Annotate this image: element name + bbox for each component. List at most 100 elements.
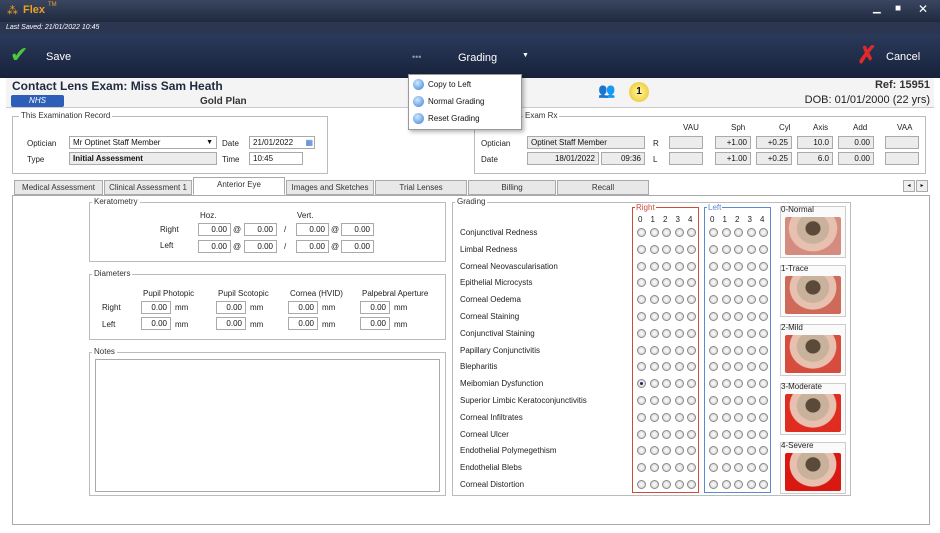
d-right-palpebral[interactable]: 0.00: [360, 301, 390, 314]
right-grading-label: Right: [635, 203, 656, 212]
people-icon[interactable]: 👥: [598, 82, 615, 99]
rx-time-field: 09:36: [601, 152, 645, 165]
at-symbol: @: [233, 225, 242, 234]
right-grading-box: [632, 207, 699, 493]
app-tm: TM: [48, 2, 57, 8]
cancel-button[interactable]: ✗ Cancel: [855, 42, 935, 70]
grade-scale-left-0: 0: [710, 215, 715, 224]
time-field[interactable]: 10:45: [249, 152, 303, 165]
grading-condition-label: Epithelial Microcysts: [460, 278, 533, 288]
reference-image-3[interactable]: 3-Moderate: [780, 382, 846, 435]
rx-date-label: Date: [481, 155, 498, 164]
tab-trial-lenses[interactable]: Trial Lenses: [375, 180, 467, 195]
save-button[interactable]: ✔ Save: [8, 42, 78, 70]
optician-select[interactable]: Mr Optinet Staff Member ▼: [69, 136, 217, 149]
k-right-vert-axis[interactable]: 0.00: [341, 223, 374, 236]
tab-medical-assessment[interactable]: Medical Assessment: [14, 180, 103, 195]
save-label: Save: [46, 51, 72, 63]
unit-mm: mm: [394, 320, 408, 329]
toolbar: ✔ Save ••• Grading ▼ ✗ Cancel: [0, 34, 940, 78]
chevron-down-icon: ▼: [206, 139, 213, 146]
k-right-vert[interactable]: 0.00: [296, 223, 329, 236]
group-title: Notes: [92, 347, 117, 356]
k-left-vert[interactable]: 0.00: [296, 240, 329, 253]
left-label: Left: [102, 320, 116, 329]
grading-condition-label: Papillary Conjunctivitis: [460, 345, 541, 355]
rx-left-cyl: +0.25: [756, 152, 792, 165]
k-right-hoz-axis[interactable]: 0.00: [244, 223, 277, 236]
tab-recall[interactable]: Recall: [557, 180, 649, 195]
grading-condition-label: Endothelial Blebs: [460, 463, 522, 473]
reference-label: 0-Normal: [781, 205, 814, 214]
unit-mm: mm: [250, 303, 264, 312]
reference-image-4[interactable]: 4-Severe: [780, 441, 846, 494]
rx-right-axis: 10.0: [797, 136, 833, 149]
date-label: Date: [222, 139, 239, 148]
d-right-photopic[interactable]: 0.00: [141, 301, 171, 314]
cornea-hvid-header: Cornea (HVID): [290, 289, 343, 298]
k-left-hoz[interactable]: 0.00: [198, 240, 231, 253]
unit-mm: mm: [322, 320, 336, 329]
hoz-label: Hoz.: [200, 211, 217, 220]
grading-label: Grading: [458, 52, 498, 64]
tab-scroll-left-icon[interactable]: ◂: [903, 180, 915, 192]
left-grading-label: Left: [707, 203, 723, 212]
rx-left-axis: 6.0: [797, 152, 833, 165]
date-field[interactable]: 21/01/2022 ▦: [249, 136, 315, 149]
right-label: Right: [102, 303, 121, 312]
calendar-icon[interactable]: ▦: [305, 137, 313, 148]
d-left-photopic[interactable]: 0.00: [141, 317, 171, 330]
d-left-cornea[interactable]: 0.00: [288, 317, 318, 330]
grading-condition-label: Meibomian Dysfunction: [460, 379, 544, 389]
at-symbol: @: [331, 225, 340, 234]
grading-condition-label: Superior Limbic Keratoconjunctivitis: [460, 396, 587, 405]
menu-normal-grading[interactable]: Normal Grading: [410, 93, 520, 110]
rx-left-sph: +1.00: [715, 152, 751, 165]
grading-condition-label: Blepharitis: [460, 362, 498, 372]
grading-dropdown-button[interactable]: Grading ▼: [452, 48, 542, 68]
notes-group: Notes: [89, 347, 446, 496]
dob-text: DOB: 01/01/2000 (22 yrs): [804, 94, 930, 106]
tab-scroll-right-icon[interactable]: ▸: [916, 180, 928, 192]
unit-mm: mm: [394, 303, 408, 312]
d-right-cornea[interactable]: 0.00: [288, 301, 318, 314]
rx-header-axis: Axis: [813, 123, 829, 132]
left-label: Left: [160, 241, 174, 250]
maximize-icon[interactable]: ■: [895, 3, 901, 14]
d-right-scotopic[interactable]: 0.00: [216, 301, 246, 314]
optician-label: Optician: [27, 139, 57, 148]
unit-mm: mm: [175, 303, 189, 312]
grading-condition-label: Corneal Distortion: [460, 480, 525, 489]
menu-copy-to-left[interactable]: Copy to Left: [410, 76, 520, 93]
unit-mm: mm: [322, 303, 336, 312]
reference-image-1[interactable]: 1-Trace: [780, 264, 846, 317]
minimize-icon[interactable]: ▁: [873, 3, 881, 14]
grade-scale-right-2: 2: [663, 215, 668, 224]
rx-right-vaa: [885, 136, 919, 149]
tab-billing[interactable]: Billing: [468, 180, 556, 195]
tab-images-and-sketches[interactable]: Images and Sketches: [286, 180, 374, 195]
rx-left-vau: [669, 152, 703, 165]
notes-textarea[interactable]: [95, 359, 440, 492]
badge-count[interactable]: 1: [629, 82, 649, 102]
reference-image-2[interactable]: 2-Mild: [780, 323, 846, 376]
close-icon[interactable]: ✕: [918, 2, 928, 16]
dots-icon: •••: [412, 52, 422, 62]
checkmark-icon: ✔: [10, 42, 29, 67]
k-left-hoz-axis[interactable]: 0.00: [244, 240, 277, 253]
exam-rx-group: Exam Rx Optician Optinet Staff Member Da…: [474, 111, 926, 174]
menu-reset-grading[interactable]: Reset Grading: [410, 110, 520, 127]
reference-image-0[interactable]: 0-Normal: [780, 205, 846, 258]
rx-left-add: 0.00: [838, 152, 874, 165]
d-left-scotopic[interactable]: 0.00: [216, 317, 246, 330]
grading-condition-label: Corneal Infiltrates: [460, 412, 523, 422]
eye-image-icon: [785, 394, 841, 432]
k-left-vert-axis[interactable]: 0.00: [341, 240, 374, 253]
grade-scale-right-0: 0: [638, 215, 643, 224]
d-left-palpebral[interactable]: 0.00: [360, 317, 390, 330]
tab-clinical-assessment-1[interactable]: Clinical Assessment 1: [104, 180, 192, 195]
tab-anterior-eye[interactable]: Anterior Eye: [193, 177, 285, 195]
slash: /: [284, 242, 287, 251]
k-right-hoz[interactable]: 0.00: [198, 223, 231, 236]
left-grading-box: [704, 207, 771, 493]
